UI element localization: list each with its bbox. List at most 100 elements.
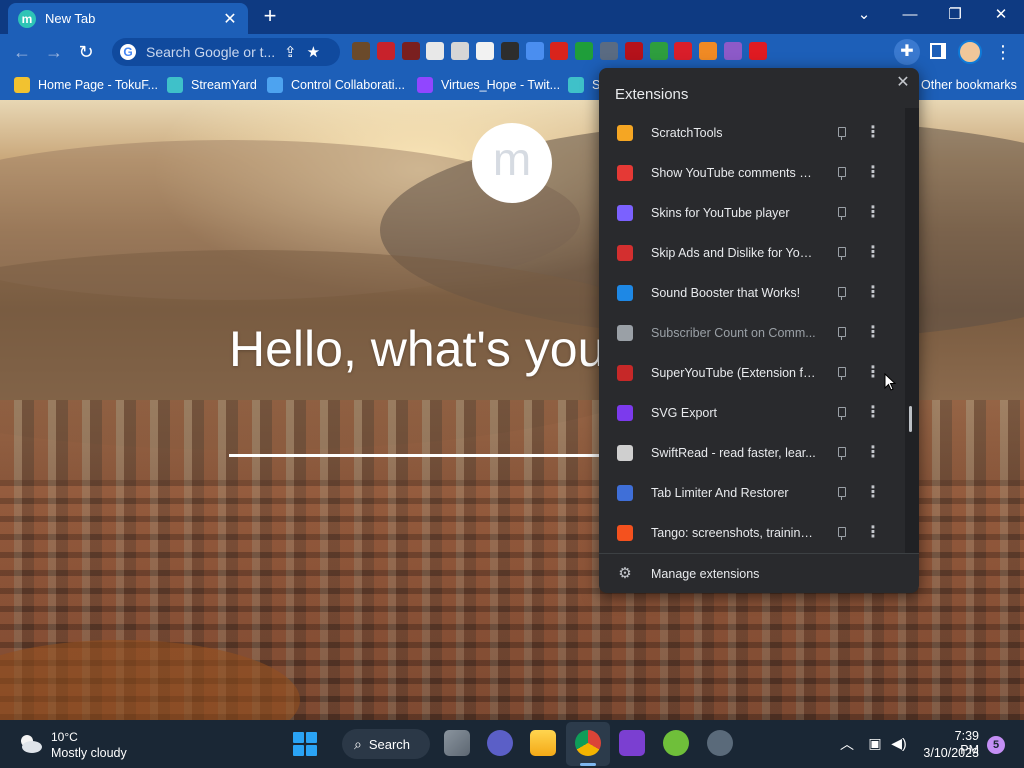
- extension-row[interactable]: SuperYouTube (Extension fo... ⋮: [599, 353, 904, 393]
- pinned-extension-icon[interactable]: [525, 42, 544, 60]
- more-actions-icon[interactable]: ⋮: [865, 203, 881, 223]
- more-actions-icon[interactable]: ⋮: [865, 283, 881, 303]
- omnibox-placeholder[interactable]: Search Google or t...: [146, 44, 274, 60]
- pinned-extension-icon[interactable]: [550, 42, 569, 60]
- extension-icon: [617, 165, 633, 181]
- pin-icon[interactable]: [833, 125, 849, 141]
- newtab-greeting: Hello, what's you: [229, 321, 606, 377]
- reload-button[interactable]: ↻: [74, 40, 98, 64]
- pinned-extension-icon[interactable]: [475, 42, 494, 60]
- manage-extensions-button[interactable]: ⚙ Manage extensions: [599, 554, 919, 593]
- pin-icon[interactable]: [833, 365, 849, 381]
- more-actions-icon[interactable]: ⋮: [865, 123, 881, 143]
- pin-icon[interactable]: [833, 205, 849, 221]
- network-icon[interactable]: ▣: [867, 735, 883, 751]
- pinned-extension-icon[interactable]: [500, 42, 519, 60]
- forward-button[interactable]: →: [42, 40, 66, 64]
- partly-cloudy-night-icon[interactable]: [16, 732, 44, 754]
- pinned-extension-icon[interactable]: [723, 42, 742, 60]
- pin-icon[interactable]: [833, 285, 849, 301]
- pinned-extension-icon[interactable]: [674, 42, 693, 60]
- extensions-scrollbar-thumb[interactable]: [909, 406, 912, 432]
- pin-icon[interactable]: [833, 245, 849, 261]
- start-button[interactable]: [293, 732, 317, 756]
- extension-row[interactable]: SwiftRead - read faster, lear... ⋮: [599, 433, 904, 473]
- weather-condition[interactable]: Mostly cloudy: [51, 746, 127, 760]
- back-button[interactable]: ←: [10, 40, 34, 64]
- pinned-extension-icon[interactable]: [426, 42, 445, 60]
- show-hidden-icons-icon[interactable]: ︿: [840, 734, 854, 754]
- pin-icon[interactable]: [833, 445, 849, 461]
- pinned-extension-icon[interactable]: [699, 42, 718, 60]
- pinned-extension-icon[interactable]: [451, 42, 470, 60]
- chrome-icon[interactable]: [575, 730, 601, 756]
- active-app-indicator: [580, 763, 596, 766]
- extensions-scrollbar[interactable]: [905, 108, 919, 553]
- bookmark-streamyard[interactable]: StreamYard: [167, 76, 257, 94]
- newtab-input-underline[interactable]: [229, 454, 609, 457]
- extension-row[interactable]: Skip Ads and Dislike for You... ⋮: [599, 233, 904, 273]
- share-icon[interactable]: ⇪: [284, 43, 297, 61]
- pin-icon[interactable]: [833, 405, 849, 421]
- pinned-extension-icon[interactable]: [575, 42, 594, 60]
- close-extensions-menu-icon[interactable]: ✕: [893, 73, 913, 93]
- extension-row[interactable]: SVG Export ⋮: [599, 393, 904, 433]
- file-explorer-icon[interactable]: [530, 730, 556, 756]
- close-window-button[interactable]: ✕: [986, 4, 1016, 26]
- minimize-button[interactable]: —: [895, 4, 925, 26]
- pinned-extension-icon[interactable]: [376, 42, 395, 60]
- pin-icon[interactable]: [833, 325, 849, 341]
- more-actions-icon[interactable]: ⋮: [865, 243, 881, 263]
- mouse-pointer-icon: [884, 373, 896, 391]
- extension-row[interactable]: Subscriber Count on Comm... ⋮: [599, 313, 904, 353]
- settings-gear-icon[interactable]: [707, 730, 733, 756]
- taskbar-search[interactable]: ⌕ Search: [342, 729, 430, 759]
- task-view-icon[interactable]: [444, 730, 470, 756]
- extension-row[interactable]: Sound Booster that Works! ⋮: [599, 273, 904, 313]
- bookmark-twitch[interactable]: Virtues_Hope - Twit...: [417, 76, 560, 94]
- pinned-extension-icon[interactable]: [748, 42, 767, 60]
- pinned-extension-icon[interactable]: [352, 42, 370, 60]
- other-bookmarks[interactable]: Other bookmarks: [921, 76, 1017, 94]
- side-panel-icon[interactable]: [930, 43, 946, 59]
- bookmark-tokufest[interactable]: Home Page - TokuF...: [14, 76, 158, 94]
- close-tab-icon[interactable]: ✕: [222, 9, 238, 29]
- restore-button[interactable]: ❐: [940, 4, 970, 26]
- visual-studio-icon[interactable]: [619, 730, 645, 756]
- extension-row[interactable]: Tab Limiter And Restorer ⋮: [599, 473, 904, 513]
- pinned-extension-icon[interactable]: [401, 42, 420, 60]
- chrome-menu-icon[interactable]: ⋮: [994, 40, 1012, 64]
- extension-row[interactable]: Tango: screenshots, training,... ⋮: [599, 513, 904, 553]
- extension-row[interactable]: ScratchTools ⋮: [599, 113, 904, 153]
- pin-icon[interactable]: [833, 525, 849, 541]
- weather-temperature[interactable]: 10°C: [51, 730, 78, 744]
- omnibox[interactable]: G Search Google or t... ⇪ ★: [112, 38, 340, 66]
- more-actions-icon[interactable]: ⋮: [865, 363, 881, 383]
- clock-date[interactable]: 3/10/2023: [921, 746, 979, 760]
- game-app-icon[interactable]: [663, 730, 689, 756]
- more-actions-icon[interactable]: ⋮: [865, 403, 881, 423]
- pinned-extension-icon[interactable]: [599, 42, 618, 60]
- volume-icon[interactable]: ◀): [891, 735, 907, 751]
- tab-search-chevron-icon[interactable]: ⌄: [849, 4, 879, 26]
- notification-badge[interactable]: 5: [987, 736, 1005, 754]
- pin-icon[interactable]: [833, 165, 849, 181]
- pin-icon[interactable]: [833, 485, 849, 501]
- more-actions-icon[interactable]: ⋮: [865, 323, 881, 343]
- pinned-extension-icon[interactable]: [624, 42, 643, 60]
- tab-new-tab[interactable]: m New Tab ✕: [8, 3, 248, 34]
- more-actions-icon[interactable]: ⋮: [865, 443, 881, 463]
- more-actions-icon[interactable]: ⋮: [865, 163, 881, 183]
- bookmark-star-icon[interactable]: ★: [307, 43, 320, 61]
- teams-chat-icon[interactable]: [487, 730, 513, 756]
- more-actions-icon[interactable]: ⋮: [865, 523, 881, 543]
- bookmark-control-collaboration[interactable]: Control Collaborati...: [267, 76, 405, 94]
- extension-row[interactable]: Show YouTube comments w... ⋮: [599, 153, 904, 193]
- pinned-extension-icon[interactable]: [649, 42, 668, 60]
- new-tab-button[interactable]: +: [258, 5, 282, 29]
- more-actions-icon[interactable]: ⋮: [865, 483, 881, 503]
- extensions-puzzle-icon[interactable]: ✚: [894, 39, 920, 65]
- extension-row[interactable]: Skins for YouTube player ⋮: [599, 193, 904, 233]
- profile-avatar[interactable]: [958, 40, 982, 64]
- newtab-logo[interactable]: m: [472, 123, 552, 203]
